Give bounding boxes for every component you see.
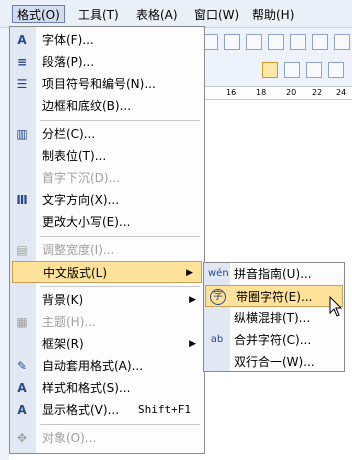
- align-left-icon[interactable]: [262, 62, 278, 78]
- menu-item-columns[interactable]: ▥ 分栏(C)...: [10, 123, 204, 145]
- text-direction-icon: Ⅲ: [16, 193, 28, 207]
- ruler-tick: 18: [256, 88, 267, 97]
- toolbar-icon[interactable]: [334, 34, 350, 50]
- menu-item-label: 调整宽度(I)...: [42, 243, 115, 257]
- menu-item-borders-shading[interactable]: 边框和底纹(B)...: [10, 95, 204, 117]
- bullets-icon: ☰: [16, 77, 28, 91]
- align-center-icon[interactable]: [284, 62, 300, 78]
- submenu-arrow-icon: ▶: [189, 295, 196, 305]
- menu-tools[interactable]: 工具(T): [74, 6, 123, 24]
- menu-item-label: 主题(H)...: [42, 315, 96, 329]
- menu-item-label: 文字方向(X)...: [42, 193, 120, 207]
- submenu-item-label: 带圈字符(E)...: [236, 290, 313, 304]
- menu-item-change-case[interactable]: 更改大小写(E)...: [10, 211, 204, 233]
- enclose-characters-icon: 字: [210, 289, 226, 305]
- menu-item-label: 首字下沉(D)...: [42, 171, 121, 185]
- font-icon: A: [17, 33, 27, 47]
- menu-item-label: 自动套用格式(A)...: [42, 359, 144, 373]
- menu-item-fit-width: ▤ 调整宽度(I)...: [10, 239, 204, 261]
- menu-table[interactable]: 表格(A): [132, 6, 182, 24]
- menu-separator: [40, 424, 200, 425]
- submenu-item-two-lines-in-one[interactable]: 双行合一(W)...: [204, 351, 344, 373]
- menu-item-drop-cap: 首字下沉(D)...: [10, 167, 204, 189]
- menu-item-font[interactable]: A 字体(F)...: [10, 29, 204, 51]
- combine-characters-icon: ab: [210, 334, 224, 345]
- menu-item-label: 字体(F)...: [42, 33, 94, 47]
- ruler-tick: 22: [312, 88, 323, 97]
- submenu-arrow-icon: ▶: [186, 268, 193, 278]
- menu-item-bullets-numbering[interactable]: ☰ 项目符号和编号(N)...: [10, 73, 204, 95]
- menu-item-object: ✥ 对象(O)...: [10, 427, 204, 449]
- menu-item-shortcut: Shift+F1: [138, 403, 191, 416]
- ruler-tick: 24: [336, 88, 347, 97]
- submenu-arrow-icon: ▶: [189, 339, 196, 349]
- menu-help[interactable]: 帮助(H): [248, 6, 298, 24]
- asian-layout-submenu: wén 拼音指南(U)... 字 带圈字符(E)... 纵横混排(T)... a…: [203, 262, 345, 372]
- menu-item-label: 对象(O)...: [42, 431, 97, 445]
- menu-item-asian-layout[interactable]: 中文版式(L) ▶: [12, 261, 202, 283]
- menubar: 格式(O) 工具(T) 表格(A) 窗口(W) 帮助(H): [0, 0, 352, 28]
- mouse-cursor-icon: [329, 296, 343, 317]
- toolbar-icon[interactable]: [268, 34, 284, 50]
- menu-window[interactable]: 窗口(W): [190, 6, 243, 24]
- menu-item-label: 制表位(T)...: [42, 149, 107, 163]
- submenu-item-combine-characters[interactable]: ab 合并字符(C)...: [204, 329, 344, 351]
- theme-icon: ▦: [16, 315, 28, 329]
- formatting-toolbar: [198, 28, 352, 88]
- toolbar-icon[interactable]: [246, 34, 262, 50]
- reveal-formatting-icon: A: [17, 403, 27, 417]
- menu-item-label: 背景(K): [42, 293, 84, 307]
- autoformat-icon: ✎: [16, 359, 28, 373]
- menu-item-label: 分栏(C)...: [42, 127, 96, 141]
- menu-item-tabs[interactable]: 制表位(T)...: [10, 145, 204, 167]
- menu-item-label: 边框和底纹(B)...: [42, 99, 132, 113]
- ruler-tick: 16: [226, 88, 237, 97]
- submenu-item-label: 合并字符(C)...: [234, 333, 312, 347]
- menu-item-reveal-formatting[interactable]: A 显示格式(V)... Shift+F1: [10, 399, 204, 421]
- menu-item-paragraph[interactable]: ≡ 段落(P)...: [10, 51, 204, 73]
- menu-item-label: 项目符号和编号(N)...: [42, 77, 156, 91]
- submenu-item-phonetic-guide[interactable]: wén 拼音指南(U)...: [204, 263, 344, 285]
- menu-item-theme: ▦ 主题(H)...: [10, 311, 204, 333]
- menu-item-label: 更改大小写(E)...: [42, 215, 131, 229]
- toolbar-icon[interactable]: [312, 34, 328, 50]
- menu-item-label: 中文版式(L): [43, 266, 108, 280]
- submenu-item-enclose-characters[interactable]: 字 带圈字符(E)...: [205, 285, 343, 307]
- fit-width-icon: ▤: [16, 243, 28, 257]
- menu-format[interactable]: 格式(O): [12, 5, 65, 23]
- object-icon: ✥: [16, 431, 28, 445]
- menu-separator: [40, 286, 200, 287]
- menu-item-label: 段落(P)...: [42, 55, 95, 69]
- toolbar-icon[interactable]: [224, 34, 240, 50]
- menu-separator: [40, 236, 200, 237]
- menu-item-autoformat[interactable]: ✎ 自动套用格式(A)...: [10, 355, 204, 377]
- menu-item-label: 样式和格式(S)...: [42, 381, 131, 395]
- submenu-item-label: 拼音指南(U)...: [234, 267, 312, 281]
- menu-item-styles-formatting[interactable]: A 样式和格式(S)...: [10, 377, 204, 399]
- submenu-item-label: 纵横混排(T)...: [234, 311, 311, 325]
- menu-item-text-direction[interactable]: Ⅲ 文字方向(X)...: [10, 189, 204, 211]
- toolbar-icon[interactable]: [290, 34, 306, 50]
- submenu-item-label: 双行合一(W)...: [234, 355, 315, 369]
- menu-item-label: 显示格式(V)...: [42, 403, 120, 417]
- ruler-tick: 20: [286, 88, 297, 97]
- styles-icon: A: [17, 381, 27, 395]
- menu-item-label: 框架(R): [42, 337, 84, 351]
- left-margin-strip: [0, 28, 9, 460]
- horizontal-ruler: 16 18 20 22 24: [198, 86, 352, 100]
- submenu-item-horizontal-in-vertical[interactable]: 纵横混排(T)...: [204, 307, 344, 329]
- paragraph-icon: ≡: [16, 55, 28, 69]
- menu-item-background[interactable]: 背景(K) ▶: [10, 289, 204, 311]
- menu-separator: [40, 120, 200, 121]
- justify-icon[interactable]: [328, 62, 344, 78]
- phonetic-guide-icon: wén: [208, 268, 229, 279]
- align-right-icon[interactable]: [306, 62, 322, 78]
- columns-icon: ▥: [16, 127, 28, 141]
- menu-item-frames[interactable]: 框架(R) ▶: [10, 333, 204, 355]
- format-menu: A 字体(F)... ≡ 段落(P)... ☰ 项目符号和编号(N)... 边框…: [9, 26, 205, 454]
